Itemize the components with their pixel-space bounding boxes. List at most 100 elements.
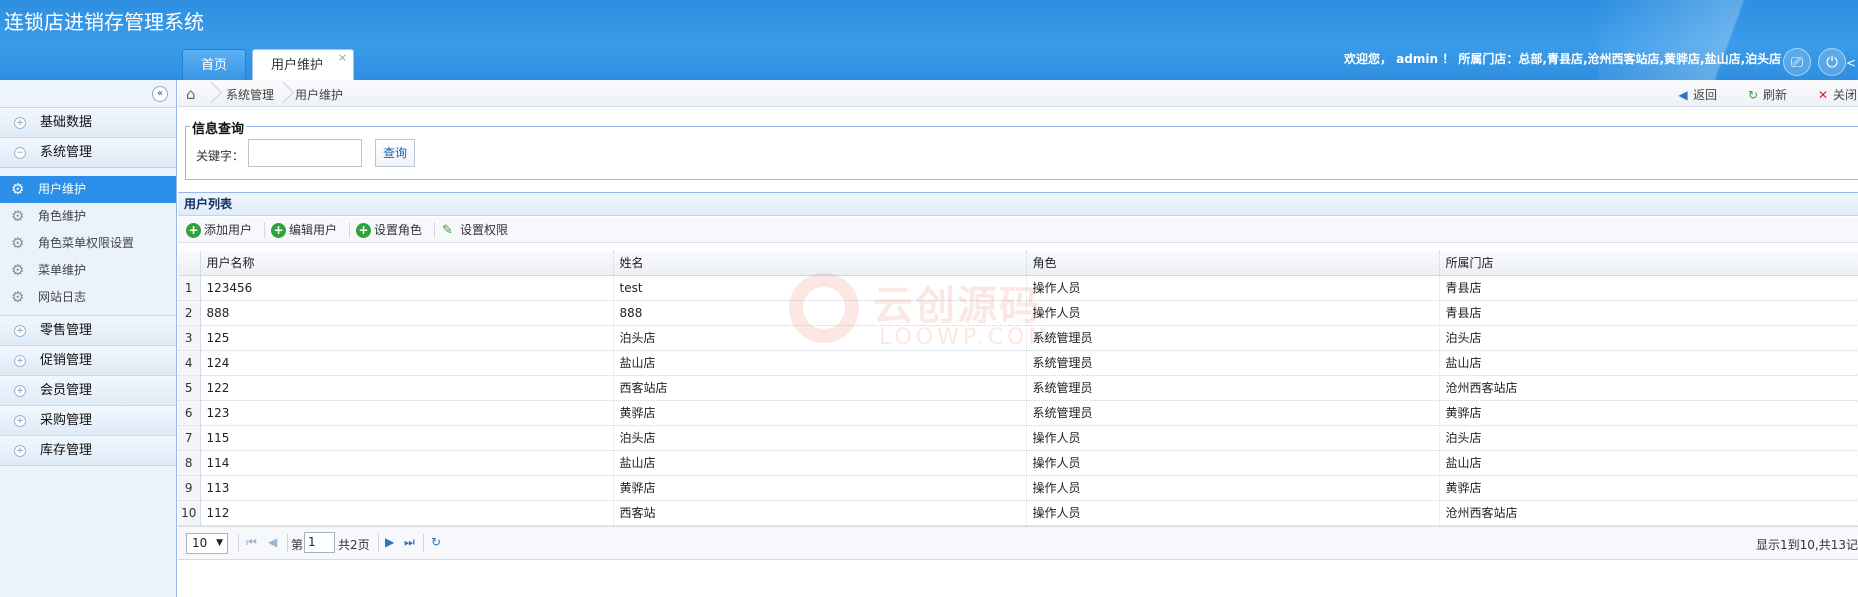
- header-more-icon[interactable]: <: [1846, 56, 1856, 70]
- row-number: 3: [178, 325, 201, 351]
- clipboard-icon[interactable]: ⎚: [1783, 48, 1811, 76]
- pencil-icon: ✎: [442, 223, 453, 238]
- search-button[interactable]: 查询: [375, 139, 415, 167]
- gear-icon: ⚙: [11, 207, 25, 225]
- next-page-icon[interactable]: ▶: [385, 535, 394, 549]
- sidebar-group-label: 系统管理: [40, 145, 93, 160]
- table-row[interactable]: 7 115 泊头店 操作人员 泊头店: [178, 425, 1858, 451]
- back-button[interactable]: ◀ 返回: [1676, 86, 1717, 103]
- cell-role: 系统管理员: [1026, 375, 1440, 401]
- row-number: 8: [178, 450, 201, 476]
- power-icon[interactable]: ⏻: [1818, 48, 1846, 76]
- sidebar-group-label: 零售管理: [40, 323, 93, 338]
- cell-username: 113: [200, 475, 614, 501]
- edit-user-button[interactable]: + 编辑用户: [271, 221, 337, 238]
- set-role-button[interactable]: + 设置角色: [356, 221, 422, 238]
- tab-user-maintenance[interactable]: 用户维护 ×: [252, 49, 355, 80]
- toolbar-divider: [264, 222, 265, 238]
- sidebar-group-purchase[interactable]: + 采购管理: [0, 406, 176, 436]
- gear-icon: ⚙: [11, 288, 25, 306]
- sidebar-group-label: 促销管理: [40, 353, 93, 368]
- chevron-down-icon: ▼: [216, 538, 223, 548]
- cell-store: 黄骅店: [1439, 475, 1858, 501]
- cell-role: 操作人员: [1026, 300, 1440, 326]
- keyword-label: 关键字：: [196, 149, 245, 163]
- column-header[interactable]: 用户名称: [200, 251, 614, 276]
- cell-name: 黄骅店: [613, 400, 1027, 426]
- prev-page-icon[interactable]: ◀: [268, 535, 277, 549]
- cell-name: 黄骅店: [613, 475, 1027, 501]
- tab-close-icon[interactable]: ×: [338, 42, 347, 73]
- cell-username: 115: [200, 425, 614, 451]
- page-number-input[interactable]: 1: [304, 532, 335, 553]
- sidebar-item-menu-maintenance[interactable]: ⚙ 菜单维护: [0, 257, 176, 284]
- sidebar-item-role-menu-permission[interactable]: ⚙ 角色菜单权限设置: [0, 230, 176, 257]
- sidebar-group-system[interactable]: − 系统管理: [0, 138, 176, 168]
- breadcrumb-item[interactable]: 系统管理: [226, 86, 274, 103]
- breadcrumb: ⌂ 系统管理 用户维护 ◀ 返回 ↻ 刷新 ✕ 关闭: [178, 80, 1858, 107]
- column-header[interactable]: 所属门店: [1439, 251, 1858, 276]
- tab-user-maintenance-label: 用户维护: [271, 58, 324, 73]
- sidebar-group-inventory[interactable]: + 库存管理: [0, 436, 176, 466]
- add-user-button[interactable]: + 添加用户: [186, 221, 252, 238]
- sidebar-group-member[interactable]: + 会员管理: [0, 376, 176, 406]
- set-permission-button[interactable]: ✎ 设置权限: [442, 221, 508, 238]
- welcome-text: 欢迎您， admin ！ 所属门店：总部,青县店,沧州西客站店,黄骅店,盐山店,…: [1344, 52, 1782, 66]
- sidebar-group-label: 基础数据: [40, 115, 93, 130]
- last-page-icon[interactable]: ⏭: [404, 535, 415, 550]
- refresh-button[interactable]: ↻ 刷新: [1746, 86, 1787, 103]
- table-row[interactable]: 9 113 黄骅店 操作人员 黄骅店: [178, 475, 1858, 501]
- cell-store: 盐山店: [1439, 450, 1858, 476]
- watermark: 云创源码 LOOWP.COM: [789, 265, 1049, 395]
- sidebar-item-role-maintenance[interactable]: ⚙ 角色维护: [0, 203, 176, 230]
- cell-username: 888: [200, 300, 614, 326]
- watermark-text: 云创源码: [873, 283, 1041, 329]
- collapse-icon[interactable]: «: [152, 86, 168, 102]
- sidebar-group-basic-data[interactable]: + 基础数据: [0, 108, 176, 138]
- app-header: 连锁店进销存管理系统 首页 用户维护 × 欢迎您， admin ！ 所属门店：总…: [0, 0, 1858, 80]
- pager-divider: [238, 534, 239, 552]
- cell-username: 123456: [200, 275, 614, 301]
- add-user-label: 添加用户: [204, 223, 253, 237]
- cell-username: 114: [200, 450, 614, 476]
- breadcrumb-item: 用户维护: [295, 88, 344, 102]
- breadcrumb-separator: [204, 80, 214, 107]
- cell-username: 124: [200, 350, 614, 376]
- pager-divider: [423, 534, 424, 552]
- sidebar-group-promotion[interactable]: + 促销管理: [0, 346, 176, 376]
- sidebar-item-site-log[interactable]: ⚙ 网站日志: [0, 284, 176, 311]
- keyword-input[interactable]: [248, 139, 362, 167]
- add-icon: +: [186, 223, 201, 238]
- row-number: 9: [178, 475, 201, 501]
- column-header[interactable]: 角色: [1026, 251, 1440, 276]
- sidebar-item-user-maintenance[interactable]: ⚙ 用户维护: [0, 176, 176, 203]
- cell-store: 盐山店: [1439, 350, 1858, 376]
- table-row[interactable]: 8 114 盐山店 操作人员 盐山店: [178, 450, 1858, 476]
- gear-icon: ⚙: [11, 261, 25, 279]
- first-page-icon[interactable]: ⏮: [246, 535, 257, 550]
- close-button[interactable]: ✕ 关闭: [1816, 86, 1857, 103]
- table-row[interactable]: 6 123 黄骅店 系统管理员 黄骅店: [178, 400, 1858, 426]
- cell-name: 西客站: [613, 500, 1027, 526]
- cell-store: 沧州西客站店: [1439, 500, 1858, 526]
- query-fieldset: [185, 126, 1858, 180]
- sidebar-item-label: 角色维护: [38, 209, 87, 223]
- row-number: 6: [178, 400, 201, 426]
- pager-divider: [378, 534, 379, 552]
- expand-icon: +: [14, 117, 26, 129]
- sidebar-item-label: 网站日志: [38, 290, 87, 304]
- query-legend: 信息查询: [190, 118, 247, 137]
- watermark-subtext: LOOWP.COM: [879, 325, 1052, 350]
- cell-role: 操作人员: [1026, 425, 1440, 451]
- tab-home[interactable]: 首页: [182, 49, 247, 80]
- page-size-select[interactable]: 10 ▼: [186, 533, 228, 554]
- gear-icon: ⚙: [11, 180, 25, 198]
- sidebar-item-label: 菜单维护: [38, 263, 87, 277]
- home-icon[interactable]: ⌂: [186, 85, 196, 103]
- table-row[interactable]: 10 112 西客站 操作人员 沧州西客站店: [178, 500, 1858, 526]
- expand-icon: +: [14, 415, 26, 427]
- sidebar-group-retail[interactable]: + 零售管理: [0, 316, 176, 346]
- refresh-icon[interactable]: ↻: [431, 535, 441, 549]
- sidebar-sub-list: ⚙ 用户维护 ⚙ 角色维护 ⚙ 角色菜单权限设置 ⚙ 菜单维护 ⚙ 网站日志: [0, 168, 176, 316]
- cell-name: 盐山店: [613, 450, 1027, 476]
